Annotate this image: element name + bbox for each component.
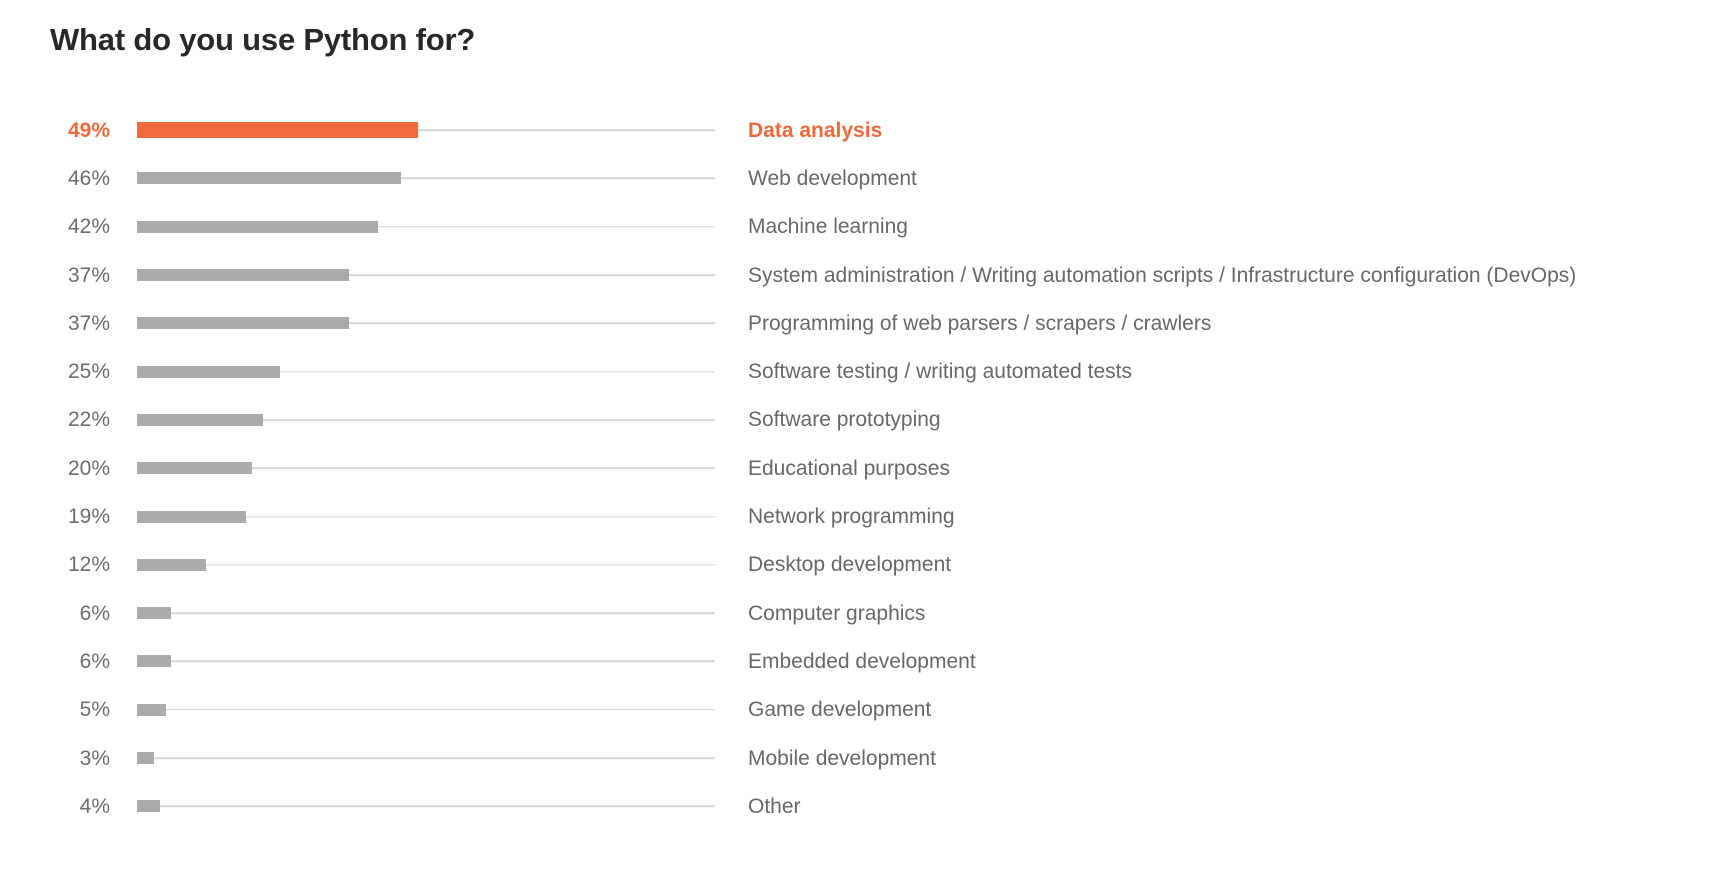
bar-category-label: Game development bbox=[748, 698, 932, 722]
bar-value-label: 20% bbox=[67, 456, 110, 480]
bar-fill bbox=[137, 317, 350, 330]
bar-value-label: 4% bbox=[79, 794, 110, 818]
table-row: 20% Educational purposes bbox=[0, 444, 1716, 492]
bar-fill bbox=[137, 800, 160, 813]
chart-page: What do you use Python for? 49% Data anal… bbox=[0, 0, 1716, 872]
bar-value-label: 42% bbox=[67, 215, 110, 239]
table-row: 46% Web development bbox=[0, 154, 1716, 202]
table-row: 5% Game development bbox=[0, 686, 1716, 734]
bar-fill bbox=[137, 703, 166, 716]
bar-category-label: Machine learning bbox=[748, 215, 908, 239]
bar-track-area bbox=[137, 299, 715, 347]
bar-value-label: 12% bbox=[67, 553, 110, 577]
bar-value-label: 6% bbox=[79, 649, 110, 673]
bar-fill bbox=[137, 413, 264, 426]
bar-value-label: 49% bbox=[67, 118, 110, 142]
bar-track-area bbox=[137, 444, 715, 492]
bar-value-label: 25% bbox=[67, 360, 110, 384]
bar-category-label: Educational purposes bbox=[748, 456, 950, 480]
bar-fill bbox=[137, 220, 378, 233]
bar-track-area bbox=[137, 154, 715, 202]
bar-fill bbox=[137, 607, 172, 620]
bar-track bbox=[137, 757, 715, 759]
table-row: 37% System administration / Writing autom… bbox=[0, 251, 1716, 299]
table-row: 37% Programming of web parsers / scrapers… bbox=[0, 299, 1716, 347]
bar-value-label: 22% bbox=[67, 408, 110, 432]
page-title: What do you use Python for? bbox=[50, 22, 476, 57]
bar-value-label: 6% bbox=[79, 601, 110, 625]
bar-track-area bbox=[137, 686, 715, 734]
bar-value-label: 37% bbox=[67, 263, 110, 287]
table-row: 49% Data analysis bbox=[0, 106, 1716, 154]
bar-chart-rows: 49% Data analysis 46% Web development 42% Mac… bbox=[0, 106, 1716, 830]
bar-track-area bbox=[137, 396, 715, 444]
bar-track-area bbox=[137, 492, 715, 540]
bar-fill bbox=[137, 752, 155, 764]
bar-fill bbox=[137, 122, 418, 139]
bar-fill bbox=[137, 365, 281, 378]
bar-track-area bbox=[137, 637, 715, 685]
bar-fill bbox=[137, 172, 401, 185]
bar-category-label: Desktop development bbox=[748, 553, 952, 577]
bar-category-label: Web development bbox=[748, 166, 917, 190]
bar-fill bbox=[137, 462, 252, 475]
bar-track-area bbox=[137, 589, 715, 637]
bar-value-label: 37% bbox=[67, 311, 110, 335]
bar-category-label: Computer graphics bbox=[748, 601, 926, 625]
table-row: 4% Other bbox=[0, 782, 1716, 830]
bar-fill bbox=[137, 510, 246, 523]
bar-track bbox=[137, 805, 715, 808]
bar-category-label: System administration / Writing automati… bbox=[748, 263, 1577, 287]
table-row: 3% Mobile development bbox=[0, 734, 1716, 782]
table-row: 22% Software prototyping bbox=[0, 396, 1716, 444]
bar-category-label: Software testing / writing automated tes… bbox=[748, 360, 1133, 384]
bar-value-label: 46% bbox=[67, 166, 110, 190]
table-row: 6% Embedded development bbox=[0, 637, 1716, 685]
bar-track-area bbox=[137, 106, 715, 154]
table-row: 6% Computer graphics bbox=[0, 589, 1716, 637]
bar-track-area bbox=[137, 541, 715, 589]
bar-track-area bbox=[137, 782, 715, 830]
table-row: 19% Network programming bbox=[0, 492, 1716, 540]
table-row: 12% Desktop development bbox=[0, 541, 1716, 589]
table-row: 42% Machine learning bbox=[0, 203, 1716, 251]
bar-category-label: Other bbox=[748, 794, 801, 818]
bar-category-label: Mobile development bbox=[748, 746, 936, 770]
bar-track bbox=[137, 612, 715, 614]
bar-fill bbox=[137, 269, 350, 282]
bar-category-label: Software prototyping bbox=[748, 408, 941, 432]
bar-category-label: Network programming bbox=[748, 505, 955, 529]
bar-track-area bbox=[137, 734, 715, 782]
bar-track bbox=[137, 708, 715, 711]
bar-track bbox=[137, 564, 715, 566]
bar-fill bbox=[137, 558, 206, 571]
bar-track-area bbox=[137, 203, 715, 251]
bar-value-label: 19% bbox=[67, 505, 110, 529]
table-row: 25% Software testing / writing automated … bbox=[0, 347, 1716, 395]
bar-category-label: Data analysis bbox=[748, 118, 883, 142]
bar-category-label: Embedded development bbox=[748, 649, 976, 673]
bar-value-label: 3% bbox=[79, 746, 110, 770]
bar-category-label: Programming of web parsers / scrapers / … bbox=[748, 311, 1212, 335]
bar-track-area bbox=[137, 251, 715, 299]
bar-track bbox=[137, 660, 715, 663]
bar-fill bbox=[137, 655, 172, 668]
bar-track-area bbox=[137, 347, 715, 395]
bar-value-label: 5% bbox=[79, 698, 110, 722]
